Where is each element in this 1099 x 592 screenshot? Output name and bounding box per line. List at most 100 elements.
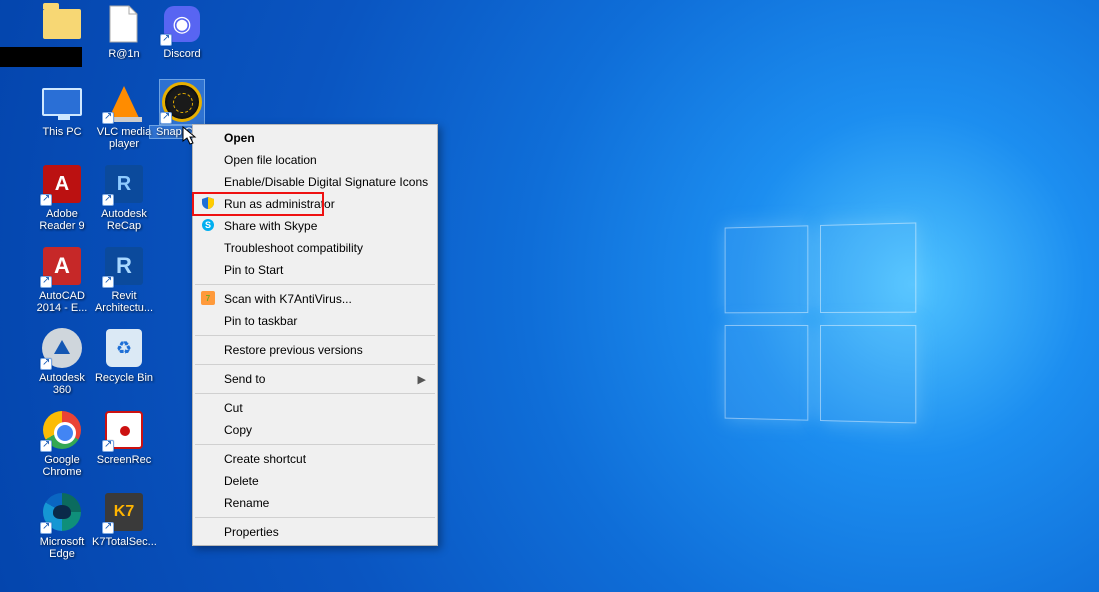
recycle-icon — [102, 326, 146, 370]
shortcut-arrow-icon — [102, 276, 114, 288]
adobe-icon: A — [40, 162, 84, 206]
vlc-icon — [102, 80, 146, 124]
context-menu-item-label: Copy — [224, 423, 252, 437]
context-menu-item[interactable]: Copy — [194, 419, 436, 441]
desktop-icon-label: Autodesk ReCap — [92, 208, 156, 232]
windows-logo-wallpaper — [725, 222, 921, 427]
windows-desktop[interactable]: R@1n◉DiscordThis PCVLC media playerSnap … — [0, 0, 1099, 592]
context-menu-item[interactable]: Create shortcut — [194, 448, 436, 470]
context-menu-item[interactable]: Delete — [194, 470, 436, 492]
context-menu-item[interactable]: Enable/Disable Digital Signature Icons — [194, 171, 436, 193]
desktop-icon-label: VLC media player — [92, 126, 156, 150]
context-menu-item[interactable]: Rename — [194, 492, 436, 514]
desktop-icon-k7[interactable]: K7 K7TotalSec... — [92, 490, 156, 548]
shortcut-arrow-icon — [40, 194, 52, 206]
context-menu-item[interactable]: Open file location — [194, 149, 436, 171]
desktop-icon-autodesk-recap[interactable]: RAutodesk ReCap — [92, 162, 156, 232]
context-menu-item[interactable]: Properties — [194, 521, 436, 543]
desktop-icon-adobe-reader[interactable]: AAdobe Reader 9 — [30, 162, 94, 232]
desktop-icon-autodesk-360[interactable]: Autodesk 360 — [30, 326, 94, 396]
context-menu-item[interactable]: 7 Scan with K7AntiVirus... — [194, 288, 436, 310]
shortcut-arrow-icon — [160, 112, 172, 124]
context-menu-item-label: Cut — [224, 401, 243, 415]
srec-icon — [102, 408, 146, 452]
context-menu-item-label: Properties — [224, 525, 279, 539]
context-menu-separator — [195, 444, 435, 445]
context-menu-separator — [195, 284, 435, 285]
context-menu-separator — [195, 393, 435, 394]
redaction-box — [0, 47, 82, 67]
desktop-icon-label: Discord — [150, 48, 214, 60]
desktop-icon-google-chrome[interactable]: Google Chrome — [30, 408, 94, 478]
desktop-icon-label: AutoCAD 2014 - E... — [30, 290, 94, 314]
desktop-icon-this-pc[interactable]: This PC — [30, 80, 94, 138]
file-icon — [102, 2, 146, 46]
context-menu-item[interactable]: Open — [194, 127, 436, 149]
k7-icon: K7 — [102, 490, 146, 534]
desktop-icon-microsoft-edge[interactable]: Microsoft Edge — [30, 490, 94, 560]
desktop-icon-label: ScreenRec — [92, 454, 156, 466]
edge-icon — [40, 490, 84, 534]
desktop-icon-r01n[interactable]: R@1n — [92, 2, 156, 60]
context-menu-separator — [195, 517, 435, 518]
context-menu-item-label: Open — [224, 131, 255, 145]
context-menu-item[interactable]: Pin to taskbar — [194, 310, 436, 332]
context-menu-item-label: Run as administrator — [224, 197, 335, 211]
chevron-right-icon: ▶ — [418, 373, 426, 387]
context-menu-item[interactable]: Send to ▶ — [194, 368, 436, 390]
acad-icon: A — [40, 244, 84, 288]
revit-icon: R — [102, 244, 146, 288]
svg-text:S: S — [205, 220, 211, 230]
context-menu-item[interactable]: Restore previous versions — [194, 339, 436, 361]
snap-icon — [160, 80, 204, 124]
shortcut-arrow-icon — [102, 522, 114, 534]
k7-antivirus-icon: 7 — [200, 290, 216, 306]
desktop-icon-label: This PC — [30, 126, 94, 138]
desktop-icon-folder-untitled[interactable] — [30, 2, 94, 48]
recap-icon: R — [102, 162, 146, 206]
chrome-icon — [40, 408, 84, 452]
shortcut-arrow-icon — [40, 276, 52, 288]
context-menu-item-label: Share with Skype — [224, 219, 317, 233]
desktop-icon-label: Google Chrome — [30, 454, 94, 478]
desktop-icon-discord[interactable]: ◉ Discord — [150, 2, 214, 60]
context-menu-item-label: Scan with K7AntiVirus... — [224, 292, 352, 306]
desktop-icon-label: Adobe Reader 9 — [30, 208, 94, 232]
a360-icon — [40, 326, 84, 370]
svg-text:7: 7 — [206, 294, 211, 303]
context-menu-separator — [195, 364, 435, 365]
desktop-icon-label: Autodesk 360 — [30, 372, 94, 396]
context-menu-item-label: Pin to Start — [224, 263, 283, 277]
shortcut-arrow-icon — [102, 194, 114, 206]
desktop-icon-autocad[interactable]: AAutoCAD 2014 - E... — [30, 244, 94, 314]
context-menu-item[interactable]: Cut — [194, 397, 436, 419]
context-menu-item-label: Open file location — [224, 153, 317, 167]
skype-icon: S — [200, 217, 216, 233]
context-menu-item-label: Create shortcut — [224, 452, 306, 466]
desktop-icon-revit[interactable]: RRevit Architectu... — [92, 244, 156, 314]
desktop-icon-label: R@1n — [92, 48, 156, 60]
context-menu-item[interactable]: Troubleshoot compatibility — [194, 237, 436, 259]
context-menu-item-label: Restore previous versions — [224, 343, 363, 357]
shortcut-arrow-icon — [40, 358, 52, 370]
shortcut-arrow-icon — [40, 522, 52, 534]
desktop-icon-screenrec[interactable]: ScreenRec — [92, 408, 156, 466]
context-menu: Open Open file location Enable/Disable Dig… — [192, 124, 438, 546]
folder-icon — [40, 2, 84, 46]
shortcut-arrow-icon — [102, 112, 114, 124]
context-menu-item[interactable]: Run as administrator — [194, 193, 436, 215]
context-menu-item-label: Send to — [224, 372, 265, 386]
context-menu-separator — [195, 335, 435, 336]
context-menu-item[interactable]: Pin to Start — [194, 259, 436, 281]
shortcut-arrow-icon — [102, 440, 114, 452]
desktop-icon-recycle-bin[interactable]: Recycle Bin — [92, 326, 156, 384]
desktop-icon-vlc[interactable]: VLC media player — [92, 80, 156, 150]
context-menu-item[interactable]: S Share with Skype — [194, 215, 436, 237]
context-menu-item-label: Delete — [224, 474, 259, 488]
shortcut-arrow-icon — [160, 34, 172, 46]
discord-icon: ◉ — [160, 2, 204, 46]
uac-shield-icon — [200, 195, 216, 211]
context-menu-item-label: Enable/Disable Digital Signature Icons — [224, 175, 428, 189]
context-menu-item-label: Troubleshoot compatibility — [224, 241, 363, 255]
desktop-icon-label: K7TotalSec... — [92, 536, 156, 548]
